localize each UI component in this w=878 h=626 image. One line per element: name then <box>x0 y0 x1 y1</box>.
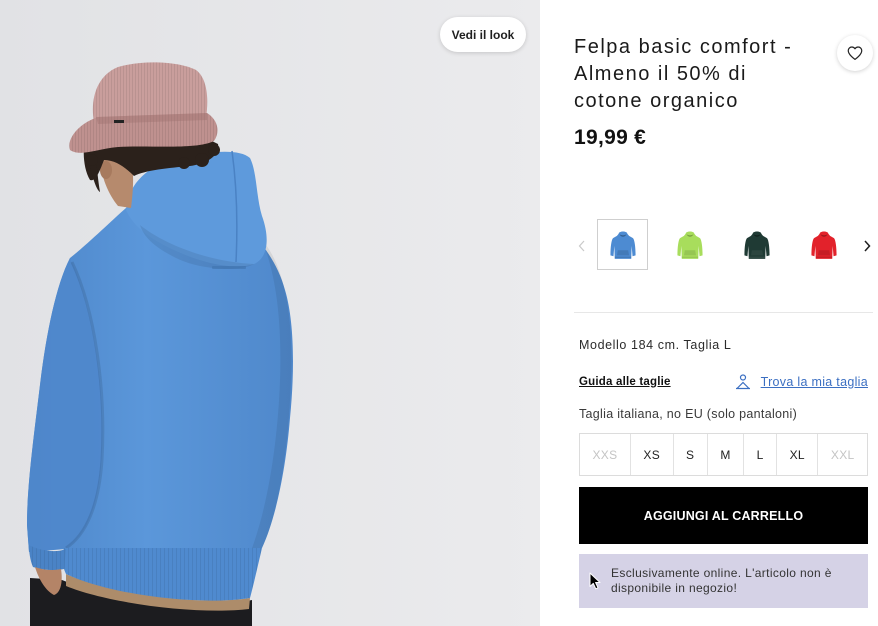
product-info-panel: Felpa basic comfort - Almeno il 50% di c… <box>540 0 878 626</box>
color-option[interactable] <box>664 219 715 270</box>
size-option[interactable]: XL <box>776 434 818 475</box>
size-option[interactable]: S <box>672 434 707 475</box>
wishlist-button[interactable] <box>837 35 873 71</box>
add-to-cart-button[interactable]: AGGIUNGI AL CARRELLO <box>579 487 868 544</box>
product-title: Felpa basic comfort - Almeno il 50% di c… <box>574 36 793 112</box>
online-only-notice: Esclusivamente online. L'articolo non è … <box>579 554 868 608</box>
hoodie-thumbnail-image <box>810 230 837 259</box>
color-option[interactable] <box>597 219 648 270</box>
see-the-look-button[interactable]: Vedi il look <box>440 17 526 52</box>
hoodie-logo-tag <box>212 266 246 269</box>
size-option[interactable]: XXL <box>817 434 867 475</box>
section-divider <box>574 312 873 313</box>
product-price: 19,99 € <box>574 126 647 149</box>
hat-label <box>114 120 124 123</box>
person-measure-icon <box>735 373 750 389</box>
find-my-size-link[interactable]: Trova la mia taglia <box>735 373 868 390</box>
notice-text: Esclusivamente online. L'articolo non è … <box>611 566 832 595</box>
chevron-right-icon <box>863 239 871 252</box>
size-option[interactable]: XS <box>629 434 673 475</box>
hoodie-thumbnail-image <box>609 230 636 259</box>
size-option[interactable]: XXS <box>580 434 630 475</box>
hoodie-thumbnail-image <box>743 230 770 259</box>
find-my-size-label: Trova la mia taglia <box>760 374 868 389</box>
model-size-info: Modello 184 cm. Taglia L <box>579 338 732 352</box>
size-option[interactable]: L <box>743 434 777 475</box>
heart-icon <box>847 46 863 60</box>
hoodie-thumbnail-image <box>676 230 703 259</box>
color-option[interactable] <box>731 219 782 270</box>
color-option[interactable] <box>798 219 849 270</box>
size-option[interactable]: M <box>706 434 744 475</box>
product-image[interactable]: Vedi il look <box>0 0 540 626</box>
next-color-button[interactable] <box>862 239 871 252</box>
size-selector: XXS XS S M L XL XXL <box>579 433 868 476</box>
chevron-left-icon <box>578 240 584 251</box>
product-page: Vedi il look Felpa basic comfort - Almen… <box>0 0 878 626</box>
size-guide-row: Guida alle taglie Trova la mia taglia <box>579 373 868 390</box>
prev-color-button[interactable] <box>577 239 586 252</box>
size-note: Taglia italiana, no EU (solo pantaloni) <box>579 407 798 421</box>
size-guide-link[interactable]: Guida alle taglie <box>579 376 671 388</box>
product-photo <box>0 0 540 626</box>
